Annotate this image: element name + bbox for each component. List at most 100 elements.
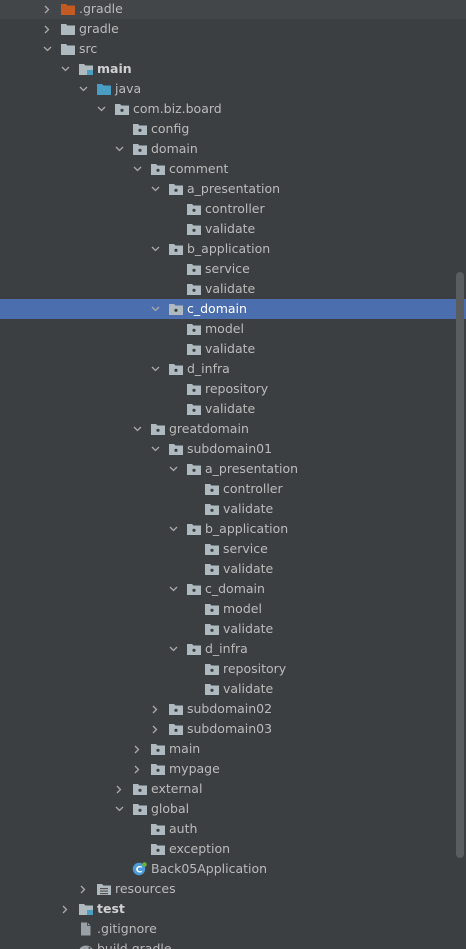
tree-row-b-application[interactable]: b_application bbox=[0, 519, 466, 539]
tree-row-comment[interactable]: comment bbox=[0, 159, 466, 179]
tree-row-validate[interactable]: validate bbox=[0, 279, 466, 299]
tree-row-main[interactable]: main bbox=[0, 739, 466, 759]
tree-row-src[interactable]: src bbox=[0, 39, 466, 59]
tree-row-validate[interactable]: validate bbox=[0, 499, 466, 519]
tree-row-exception[interactable]: exception bbox=[0, 839, 466, 859]
package-icon bbox=[186, 202, 202, 216]
tree-row-java[interactable]: java bbox=[0, 79, 466, 99]
tree-row-label: d_infra bbox=[205, 641, 248, 656]
chevron-right-icon[interactable] bbox=[58, 899, 72, 919]
package-icon bbox=[204, 602, 220, 616]
tree-row-validate[interactable]: validate bbox=[0, 399, 466, 419]
tree-row-service[interactable]: service bbox=[0, 259, 466, 279]
tree-row-back05application[interactable]: C Back05Application bbox=[0, 859, 466, 879]
chevron-down-icon[interactable] bbox=[112, 799, 126, 819]
tree-row-domain[interactable]: domain bbox=[0, 139, 466, 159]
chevron-down-icon[interactable] bbox=[58, 59, 72, 79]
tree-row-subdomain03[interactable]: subdomain03 bbox=[0, 719, 466, 739]
chevron-right-icon[interactable] bbox=[130, 759, 144, 779]
tree-row-repository[interactable]: repository bbox=[0, 379, 466, 399]
chevron-down-icon[interactable] bbox=[148, 299, 162, 319]
tree-row-config[interactable]: config bbox=[0, 119, 466, 139]
tree-row-com-biz-board[interactable]: com.biz.board bbox=[0, 99, 466, 119]
tree-row-subdomain01[interactable]: subdomain01 bbox=[0, 439, 466, 459]
tree-row-label: repository bbox=[205, 381, 269, 396]
chevron-down-icon[interactable] bbox=[130, 419, 144, 439]
tree-row-label: resources bbox=[115, 881, 176, 896]
tree-row-label: build.gradle bbox=[97, 941, 172, 949]
tree-row-d-infra[interactable]: d_infra bbox=[0, 639, 466, 659]
tree-row-label: b_application bbox=[205, 521, 289, 536]
tree-row-label: validate bbox=[205, 341, 256, 356]
tree-row-label: a_presentation bbox=[187, 181, 281, 196]
excluded-folder-icon bbox=[60, 2, 76, 16]
package-icon bbox=[132, 142, 148, 156]
tree-row-test[interactable]: test bbox=[0, 899, 466, 919]
chevron-down-icon[interactable] bbox=[148, 179, 162, 199]
chevron-right-icon[interactable] bbox=[130, 739, 144, 759]
package-icon bbox=[186, 522, 202, 536]
tree-row-main[interactable]: main bbox=[0, 59, 466, 79]
tree-row-a-presentation[interactable]: a_presentation bbox=[0, 459, 466, 479]
tree-row-greatdomain[interactable]: greatdomain bbox=[0, 419, 466, 439]
tree-row-a-presentation[interactable]: a_presentation bbox=[0, 179, 466, 199]
tree-row-label: validate bbox=[205, 221, 256, 236]
chevron-down-icon[interactable] bbox=[94, 99, 108, 119]
chevron-down-icon[interactable] bbox=[148, 439, 162, 459]
tree-row-c-domain[interactable]: c_domain bbox=[0, 579, 466, 599]
tree-row-repository[interactable]: repository bbox=[0, 659, 466, 679]
package-icon bbox=[186, 582, 202, 596]
chevron-down-icon[interactable] bbox=[166, 459, 180, 479]
tree-row-label: c_domain bbox=[187, 301, 247, 316]
tree-row-mypage[interactable]: mypage bbox=[0, 759, 466, 779]
tree-row-gradle[interactable]: gradle bbox=[0, 19, 466, 39]
tree-row-model[interactable]: model bbox=[0, 599, 466, 619]
tree-row-label: gradle bbox=[79, 21, 119, 36]
chevron-down-icon[interactable] bbox=[166, 519, 180, 539]
tree-row-service[interactable]: service bbox=[0, 539, 466, 559]
chevron-down-icon[interactable] bbox=[112, 139, 126, 159]
chevron-down-icon[interactable] bbox=[148, 239, 162, 259]
tree-row-external[interactable]: external bbox=[0, 779, 466, 799]
chevron-down-icon[interactable] bbox=[166, 579, 180, 599]
chevron-right-icon[interactable] bbox=[148, 719, 162, 739]
tree-row-d-infra[interactable]: d_infra bbox=[0, 359, 466, 379]
tree-row-subdomain02[interactable]: subdomain02 bbox=[0, 699, 466, 719]
chevron-right-icon[interactable] bbox=[112, 779, 126, 799]
chevron-down-icon[interactable] bbox=[130, 159, 144, 179]
vertical-scrollbar[interactable] bbox=[456, 272, 464, 858]
tree-row-validate[interactable]: validate bbox=[0, 219, 466, 239]
tree-row-gradle[interactable]: .gradle bbox=[0, 0, 466, 19]
package-icon bbox=[186, 402, 202, 416]
chevron-right-icon[interactable] bbox=[40, 0, 54, 19]
tree-row-gitignore[interactable]: .gitignore bbox=[0, 919, 466, 939]
tree-row-label: external bbox=[151, 781, 203, 796]
tree-row-global[interactable]: global bbox=[0, 799, 466, 819]
tree-row-label: a_presentation bbox=[205, 461, 299, 476]
tree-row-label: comment bbox=[169, 161, 229, 176]
tree-row-validate[interactable]: validate bbox=[0, 679, 466, 699]
chevron-right-icon[interactable] bbox=[76, 879, 90, 899]
chevron-right-icon[interactable] bbox=[40, 19, 54, 39]
chevron-down-icon[interactable] bbox=[40, 39, 54, 59]
tree-row-auth[interactable]: auth bbox=[0, 819, 466, 839]
chevron-right-icon[interactable] bbox=[148, 699, 162, 719]
tree-row-b-application[interactable]: b_application bbox=[0, 239, 466, 259]
tree-row-validate[interactable]: validate bbox=[0, 619, 466, 639]
tree-row-controller[interactable]: controller bbox=[0, 479, 466, 499]
tree-row-label: d_infra bbox=[187, 361, 230, 376]
tree-row-model[interactable]: model bbox=[0, 319, 466, 339]
package-icon bbox=[168, 722, 184, 736]
tree-row-validate[interactable]: validate bbox=[0, 559, 466, 579]
tree-row-label: c_domain bbox=[205, 581, 265, 596]
chevron-down-icon[interactable] bbox=[166, 639, 180, 659]
tree-row-validate[interactable]: validate bbox=[0, 339, 466, 359]
tree-row-resources[interactable]: resources bbox=[0, 879, 466, 899]
tree-row-c-domain[interactable]: c_domain bbox=[0, 299, 466, 319]
tree-row-controller[interactable]: controller bbox=[0, 199, 466, 219]
chevron-down-icon[interactable] bbox=[76, 79, 90, 99]
tree-row-label: service bbox=[205, 261, 250, 276]
package-icon bbox=[132, 802, 148, 816]
chevron-down-icon[interactable] bbox=[148, 359, 162, 379]
tree-row-build-gradle[interactable]: build.gradle bbox=[0, 939, 466, 949]
